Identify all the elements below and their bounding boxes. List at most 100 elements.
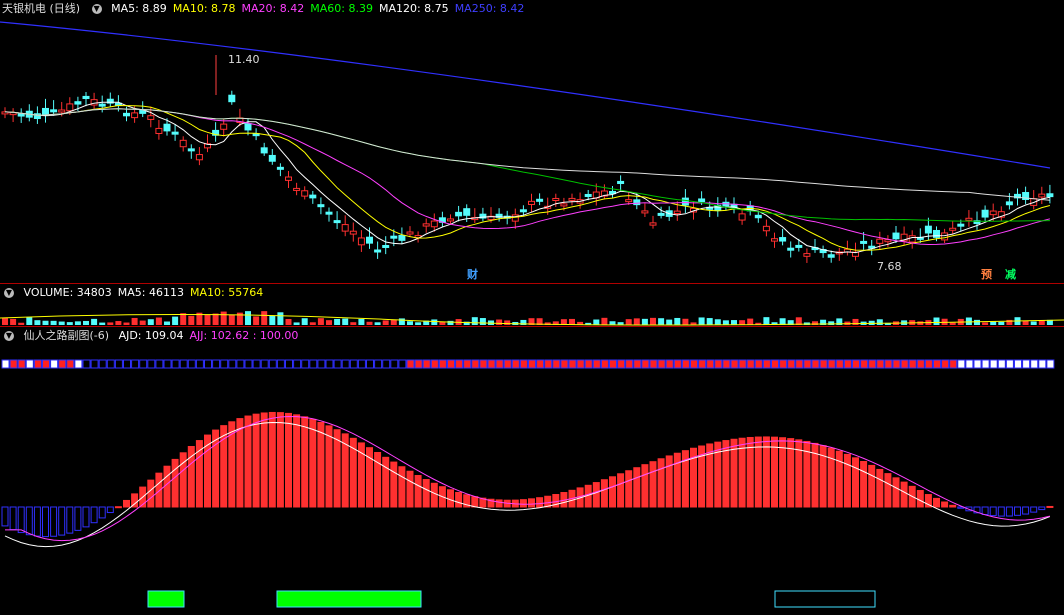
candlestick[interactable] — [997, 206, 1005, 222]
candlestick[interactable] — [1038, 186, 1046, 205]
volume-bar — [91, 318, 98, 325]
candlestick[interactable] — [973, 211, 981, 230]
candlestick[interactable] — [195, 147, 203, 166]
indicator-bar — [163, 465, 171, 508]
candlestick[interactable] — [276, 163, 284, 177]
volume-bar — [18, 322, 25, 325]
candlestick[interactable] — [366, 227, 373, 249]
candlestick[interactable] — [827, 250, 835, 263]
collapse-icon[interactable]: ▼ — [4, 331, 14, 341]
candlestick[interactable] — [212, 122, 220, 142]
candlestick[interactable] — [771, 232, 778, 248]
candlestick[interactable] — [382, 236, 390, 255]
candlestick[interactable] — [398, 227, 406, 245]
candlestick[interactable] — [17, 108, 25, 123]
candlestick[interactable] — [835, 247, 843, 261]
price-panel[interactable]: 天银机电 (日线) ▼ MA5: 8.89 MA10: 8.78 MA20: 8.4… — [0, 0, 1064, 283]
status-cell — [106, 359, 115, 369]
candlestick[interactable] — [568, 193, 576, 206]
candlestick[interactable] — [82, 91, 90, 107]
candlestick[interactable] — [333, 211, 341, 229]
candlestick[interactable] — [155, 119, 163, 140]
collapse-icon[interactable]: ▼ — [4, 288, 14, 298]
candlestick[interactable] — [617, 175, 625, 192]
candlestick[interactable] — [1030, 190, 1038, 210]
candlestick[interactable] — [641, 203, 649, 218]
candlestick[interactable] — [1046, 184, 1054, 204]
candlestick[interactable] — [341, 215, 349, 237]
candlestick[interactable] — [25, 104, 33, 122]
candlestick[interactable] — [852, 242, 859, 261]
candlestick[interactable] — [349, 222, 357, 242]
candlestick[interactable] — [357, 230, 365, 252]
candlestick[interactable] — [187, 144, 195, 159]
candlestick[interactable] — [106, 92, 114, 107]
candlestick[interactable] — [228, 90, 236, 105]
candlestick[interactable] — [90, 92, 98, 110]
candlestick[interactable] — [868, 239, 876, 256]
candlestick[interactable] — [260, 142, 268, 156]
candlestick[interactable] — [609, 185, 616, 198]
candlestick[interactable] — [1022, 186, 1030, 205]
candlestick[interactable] — [625, 192, 633, 205]
candlestick[interactable] — [9, 108, 17, 123]
candlestick[interactable] — [1, 107, 9, 119]
candlestick[interactable] — [471, 208, 479, 224]
candlestick[interactable] — [965, 210, 973, 227]
indicator-bar — [293, 414, 301, 508]
candlestick[interactable] — [268, 149, 276, 165]
indicator-bar — [447, 489, 454, 508]
status-cell — [584, 359, 593, 369]
candlestick[interactable] — [309, 190, 317, 204]
candlestick[interactable] — [285, 170, 292, 189]
collapse-icon[interactable]: ▼ — [91, 4, 102, 14]
candlestick[interactable] — [811, 239, 819, 253]
indicator-bar — [876, 468, 884, 508]
candlestick[interactable] — [779, 228, 787, 246]
status-cell — [276, 359, 285, 369]
candlestick[interactable] — [730, 197, 738, 214]
candlestick[interactable] — [479, 207, 487, 222]
candlestick[interactable] — [179, 136, 187, 152]
event-tag-cai[interactable]: 财 — [466, 266, 479, 282]
candlestick[interactable] — [795, 238, 803, 252]
candlestick[interactable] — [438, 211, 446, 228]
candlestick[interactable] — [42, 98, 49, 123]
candlestick[interactable] — [536, 193, 544, 206]
candlestick[interactable] — [649, 215, 657, 229]
candlestick[interactable] — [511, 208, 519, 229]
candlestick[interactable] — [600, 184, 608, 200]
candlestick[interactable] — [406, 226, 414, 238]
volume-panel[interactable]: ▼ VOLUME: 34803 MA5: 46113 MA10: 55764 — [0, 284, 1064, 326]
indicator-panel[interactable]: ▼ 仙人之路副图(-6) AJD: 109.04 AJJ: 102.62 : 10… — [0, 327, 1064, 615]
candlestick[interactable] — [422, 218, 430, 233]
candlestick[interactable] — [738, 209, 746, 225]
candlestick[interactable] — [949, 220, 957, 234]
candlestick[interactable] — [528, 193, 535, 213]
indicator-label: AJD: 109.04 — [118, 329, 184, 342]
event-tag-jian[interactable]: 减 — [1004, 266, 1017, 282]
candlestick[interactable] — [374, 241, 382, 259]
price-chart[interactable] — [0, 0, 1064, 283]
candlestick[interactable] — [787, 241, 795, 258]
candlestick[interactable] — [50, 100, 58, 116]
candlestick[interactable] — [293, 182, 301, 196]
ma250-line — [0, 21, 1051, 169]
candlestick[interactable] — [1005, 193, 1013, 210]
candlestick[interactable] — [455, 205, 463, 222]
event-tag-yu[interactable]: 预 — [980, 266, 993, 282]
candlestick[interactable] — [803, 248, 811, 263]
candlestick[interactable] — [819, 245, 827, 258]
candlestick[interactable] — [171, 124, 179, 141]
indicator-chart[interactable] — [0, 327, 1064, 615]
candlestick[interactable] — [430, 213, 438, 232]
candlestick[interactable] — [317, 197, 325, 215]
candlestick[interactable] — [325, 207, 333, 222]
candlestick[interactable] — [981, 205, 989, 222]
candlestick[interactable] — [252, 128, 260, 141]
status-cell — [1005, 359, 1014, 369]
candlestick[interactable] — [301, 186, 309, 200]
candlestick[interactable] — [908, 230, 916, 249]
candlestick[interactable] — [916, 228, 924, 243]
candlestick[interactable] — [762, 219, 770, 237]
